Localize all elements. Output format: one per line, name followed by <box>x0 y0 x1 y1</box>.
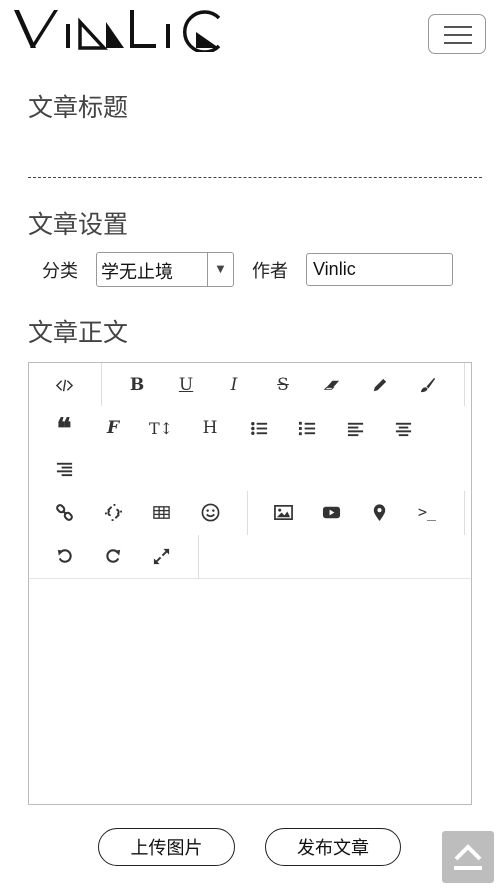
strikethrough-icon[interactable]: S <box>263 365 303 405</box>
table-icon[interactable] <box>141 492 181 532</box>
category-value: 学无止境 <box>101 262 173 283</box>
hamburger-icon <box>444 26 472 28</box>
pencil-icon[interactable] <box>359 365 399 405</box>
logo <box>14 10 221 52</box>
map-marker-icon[interactable] <box>359 492 399 532</box>
category-label: 分类 <box>42 261 78 282</box>
upload-image-button[interactable]: 上传图片 <box>98 828 235 866</box>
publish-article-button[interactable]: 发布文章 <box>265 828 401 866</box>
link-icon[interactable] <box>44 492 84 532</box>
emoji-icon[interactable] <box>190 492 230 532</box>
terminal-icon[interactable]: >_ <box>407 492 447 532</box>
italic-icon[interactable]: I <box>214 365 254 405</box>
list-ul-icon[interactable] <box>239 408 279 448</box>
align-center-icon[interactable] <box>383 408 423 448</box>
editor: B U I S ❝ F T↕ H >_ <box>28 362 472 805</box>
list-ol-icon[interactable] <box>287 408 327 448</box>
body-label: 文章正文 <box>28 318 129 347</box>
fullscreen-icon[interactable] <box>141 536 181 576</box>
redo-icon[interactable] <box>93 536 133 576</box>
heading-icon[interactable]: H <box>190 408 230 448</box>
editor-content-area[interactable] <box>29 580 471 804</box>
align-left-icon[interactable] <box>335 408 375 448</box>
quote-icon[interactable]: ❝ <box>44 408 84 448</box>
undo-icon[interactable] <box>44 536 84 576</box>
video-icon[interactable] <box>311 492 351 532</box>
settings-label: 文章设置 <box>28 210 129 239</box>
code-icon[interactable] <box>44 365 84 405</box>
eraser-icon[interactable] <box>311 365 351 405</box>
unlink-icon[interactable] <box>93 492 133 532</box>
image-icon[interactable] <box>263 492 303 532</box>
font-icon[interactable]: F <box>93 408 133 448</box>
title-input[interactable] <box>28 130 482 178</box>
editor-toolbar: B U I S ❝ F T↕ H >_ <box>29 363 471 579</box>
underline-icon[interactable]: U <box>166 365 206 405</box>
bold-icon[interactable]: B <box>117 365 157 405</box>
author-input[interactable] <box>306 253 453 286</box>
chevron-up-icon <box>454 844 482 870</box>
author-label: 作者 <box>252 261 288 282</box>
brush-icon[interactable] <box>407 365 447 405</box>
dropdown-arrow-icon: ▼ <box>207 253 233 286</box>
title-label: 文章标题 <box>28 93 129 122</box>
category-select[interactable]: 学无止境 ▼ <box>96 252 234 287</box>
text-height-icon[interactable]: T↕ <box>141 408 181 448</box>
back-to-top-button[interactable] <box>442 831 494 883</box>
align-right-icon[interactable] <box>44 448 84 488</box>
menu-button[interactable] <box>428 14 486 54</box>
